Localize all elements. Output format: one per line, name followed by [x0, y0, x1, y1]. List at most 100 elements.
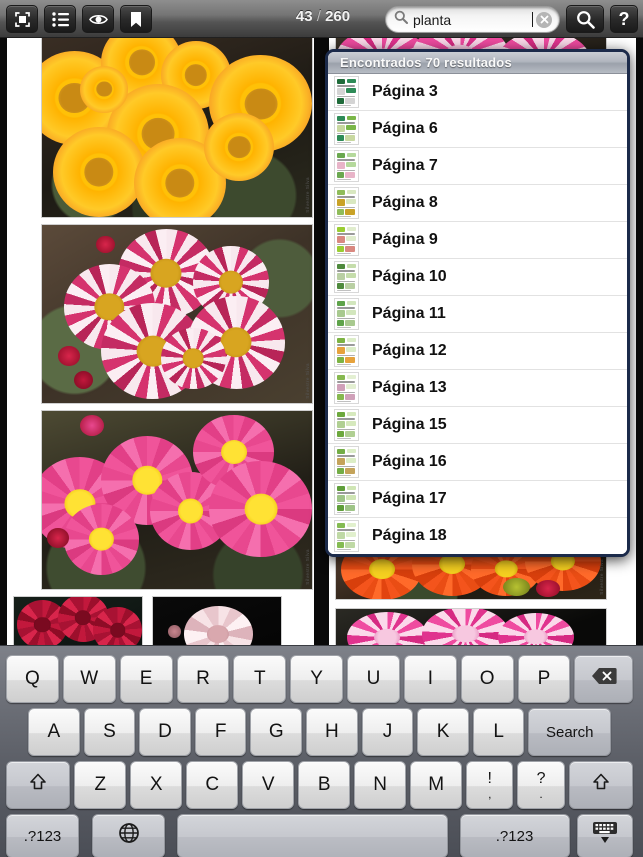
key-globe[interactable]	[92, 814, 166, 857]
search-result-label: Página 7	[372, 157, 438, 174]
search-result-label: Página 11	[372, 305, 446, 322]
photo-dark-red-chrysanthemums	[13, 596, 143, 645]
eye-view-button[interactable]	[82, 5, 114, 33]
key-g[interactable]: G	[250, 708, 303, 756]
key-x[interactable]: X	[130, 761, 183, 809]
key-x-label: X	[149, 774, 163, 795]
key-shift-left[interactable]	[6, 761, 71, 809]
contents-list-icon	[51, 11, 69, 27]
key-dismiss-keyboard[interactable]	[576, 814, 633, 857]
search-result-row[interactable]: Página 3	[328, 74, 627, 111]
key-numbers-left-label: .?123	[23, 827, 62, 845]
search-result-row[interactable]: Página 18	[328, 518, 627, 554]
shift-arrow-icon	[28, 772, 48, 798]
page-thumbnail	[334, 446, 359, 478]
key-u-label: U	[366, 668, 381, 689]
photo-pale-blush-bloom	[152, 596, 282, 645]
key-question-period-label: ?.	[536, 769, 546, 801]
search-button[interactable]	[566, 5, 604, 33]
key-numbers-right-label: .?123	[495, 827, 534, 845]
eye-icon	[88, 13, 108, 26]
key-search[interactable]: Search	[528, 708, 611, 756]
photo-pink-white-striped-chrysanthemums: Silvestre Silva	[41, 224, 313, 404]
key-backspace[interactable]	[574, 655, 634, 703]
key-l[interactable]: L	[472, 708, 525, 756]
page-thumbnail	[334, 261, 359, 293]
key-h-label: H	[324, 721, 339, 742]
keyboard-dismiss-icon	[590, 820, 620, 852]
key-h[interactable]: H	[306, 708, 358, 756]
search-result-label: Página 18	[372, 527, 447, 544]
key-b-label: B	[317, 774, 331, 795]
help-button[interactable]: ?	[610, 5, 638, 33]
key-u[interactable]: U	[347, 655, 400, 703]
key-numbers-right[interactable]: .?123	[459, 814, 570, 857]
key-y[interactable]: Y	[290, 655, 344, 703]
search-result-row[interactable]: Página 9	[328, 222, 627, 259]
key-p-label: P	[537, 668, 551, 689]
key-i[interactable]: I	[403, 655, 457, 703]
search-result-row[interactable]: Página 13	[328, 370, 627, 407]
bookmark-icon	[130, 11, 142, 28]
fullscreen-button[interactable]	[6, 5, 38, 33]
key-o[interactable]: O	[460, 655, 514, 703]
key-shift-right[interactable]	[568, 761, 633, 809]
search-result-row[interactable]: Página 6	[328, 111, 627, 148]
key-z[interactable]: Z	[74, 761, 127, 809]
page-thumbnail	[334, 483, 359, 515]
search-result-row[interactable]: Página 11	[328, 296, 627, 333]
photo-credit: Silvestre Silva	[599, 559, 604, 595]
search-result-row[interactable]: Página 16	[328, 444, 627, 481]
key-c[interactable]: C	[186, 761, 239, 809]
search-result-label: Página 15	[372, 416, 447, 433]
key-f[interactable]: F	[194, 708, 247, 756]
search-result-row[interactable]: Página 12	[328, 333, 627, 370]
search-results-list[interactable]: Página 3 Página 6 Página 7 Página 8 Página 9…	[328, 74, 627, 554]
key-i-label: I	[427, 668, 433, 689]
key-d[interactable]: D	[139, 708, 191, 756]
key-r-label: R	[196, 668, 210, 689]
key-q[interactable]: Q	[6, 655, 59, 703]
search-input[interactable]: planta	[385, 6, 560, 33]
photo-credit: Silvestre Silva	[305, 177, 310, 213]
search-result-row[interactable]: Página 17	[328, 481, 627, 518]
search-result-label: Página 16	[372, 453, 447, 470]
page-thumbnail	[334, 187, 359, 219]
search-result-label: Página 3	[372, 83, 438, 100]
search-results-count-label: Encontrados 70 resultados	[340, 55, 512, 70]
search-result-row[interactable]: Página 7	[328, 148, 627, 185]
page-left[interactable]: Silvestre Silva Silvestre Silva Silvestr…	[7, 28, 314, 645]
photo-credit: Silvestre Silva	[305, 549, 310, 585]
key-numbers-left[interactable]: .?123	[6, 814, 80, 857]
key-w[interactable]: W	[62, 655, 116, 703]
key-n[interactable]: N	[354, 761, 407, 809]
key-m[interactable]: M	[410, 761, 463, 809]
key-exclam-comma[interactable]: !,	[466, 761, 514, 809]
key-e[interactable]: E	[119, 655, 173, 703]
key-o-label: O	[479, 668, 495, 689]
page-thumbnail	[334, 409, 359, 441]
tablet-screen: Silvestre Silva Silvestre Silva Silvestr…	[0, 0, 643, 857]
keyboard-row-3: Z X C V B N M!,?.	[0, 761, 643, 809]
page-thumbnail	[334, 298, 359, 330]
search-result-row[interactable]: Página 10	[328, 259, 627, 296]
contents-list-button[interactable]	[44, 5, 76, 33]
key-t[interactable]: T	[233, 655, 287, 703]
search-result-row[interactable]: Página 8	[328, 185, 627, 222]
key-k-label: K	[436, 721, 450, 742]
key-p[interactable]: P	[517, 655, 571, 703]
clear-search-button[interactable]	[536, 11, 552, 28]
key-a[interactable]: A	[28, 708, 80, 756]
key-space[interactable]	[177, 814, 448, 857]
bookmark-button[interactable]	[120, 5, 152, 33]
key-b[interactable]: B	[298, 761, 351, 809]
key-r[interactable]: R	[176, 655, 230, 703]
key-s[interactable]: S	[83, 708, 136, 756]
key-question-period[interactable]: ?.	[517, 761, 565, 809]
key-j[interactable]: J	[361, 708, 414, 756]
key-k[interactable]: K	[417, 708, 469, 756]
key-q-label: Q	[25, 668, 40, 689]
key-v[interactable]: V	[242, 761, 295, 809]
page-current: 43	[295, 8, 313, 25]
search-result-row[interactable]: Página 15	[328, 407, 627, 444]
